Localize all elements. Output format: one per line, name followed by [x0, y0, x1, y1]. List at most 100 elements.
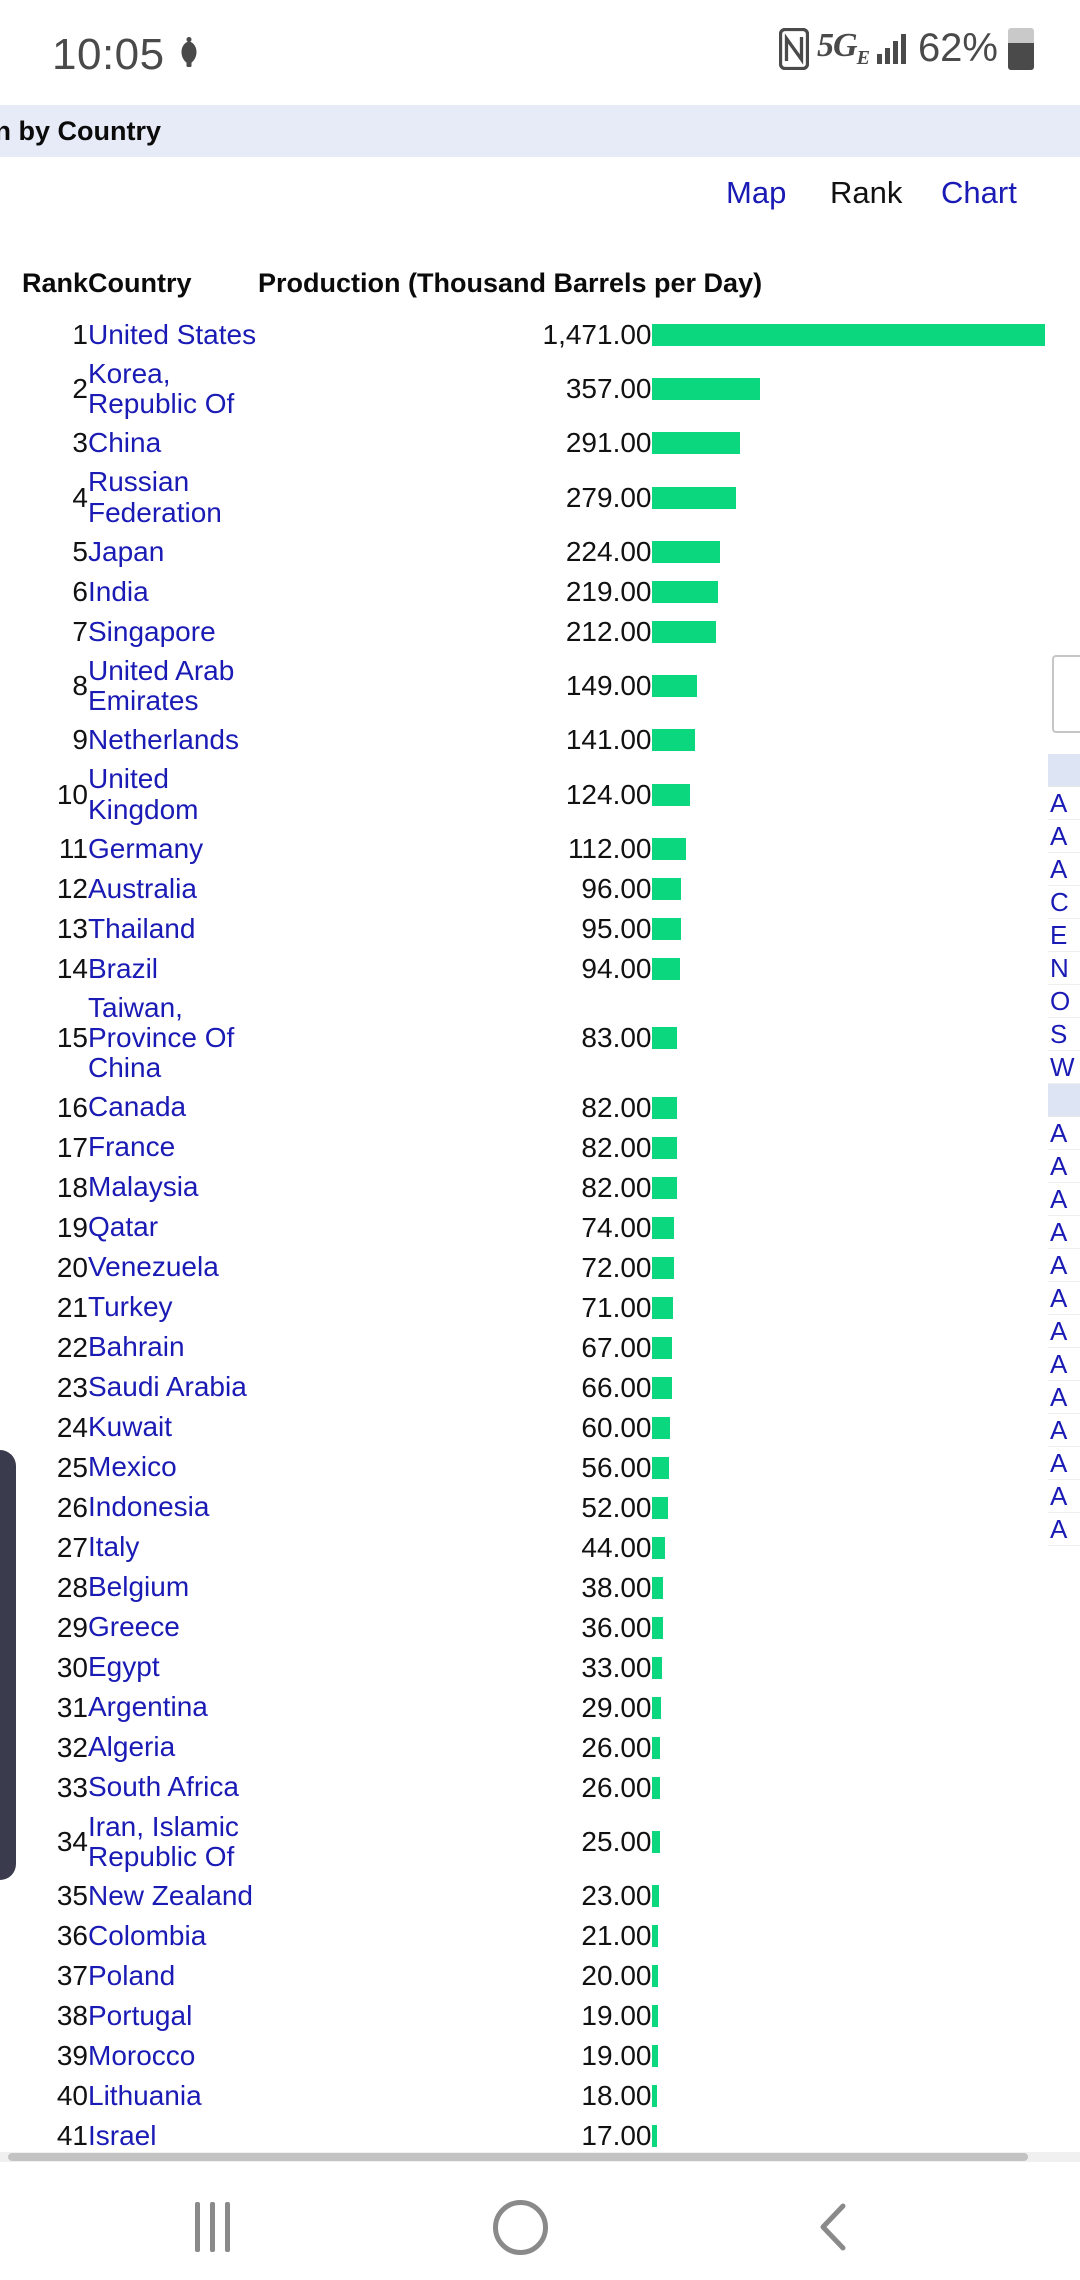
table-row[interactable]: 39 Morocco 19.00: [0, 2036, 1045, 2076]
home-icon[interactable]: [493, 2200, 548, 2255]
region-list-item[interactable]: A: [1048, 820, 1080, 853]
table-row[interactable]: 26 Indonesia 52.00: [0, 1488, 1045, 1528]
cell-country-link[interactable]: Saudi Arabia: [88, 1368, 258, 1408]
country-list-item[interactable]: A: [1048, 1183, 1080, 1216]
cell-country-link[interactable]: Bahrain: [88, 1328, 258, 1368]
table-row[interactable]: 40 Lithuania 18.00: [0, 2076, 1045, 2116]
table-row[interactable]: 19 Qatar 74.00: [0, 1208, 1045, 1248]
cell-country-link[interactable]: Lithuania: [88, 2076, 258, 2116]
region-list-item[interactable]: A: [1048, 787, 1080, 820]
table-row[interactable]: 31 Argentina 29.00: [0, 1688, 1045, 1728]
cell-country-link[interactable]: Israel: [88, 2116, 258, 2156]
country-list-item[interactable]: A: [1048, 1315, 1080, 1348]
cell-country-link[interactable]: Poland: [88, 1956, 258, 1996]
table-row[interactable]: 37 Poland 20.00: [0, 1956, 1045, 1996]
cell-country-link[interactable]: Turkey: [88, 1288, 258, 1328]
table-row[interactable]: 5 Japan 224.00: [0, 532, 1045, 572]
drawer-handle[interactable]: [0, 1450, 16, 1880]
region-list-item[interactable]: N: [1048, 952, 1080, 985]
region-list-item[interactable]: E: [1048, 919, 1080, 952]
cell-country-link[interactable]: Italy: [88, 1528, 258, 1568]
table-row[interactable]: 34 Iran, Islamic Republic Of 25.00: [0, 1808, 1045, 1876]
table-row[interactable]: 7 Singapore 212.00: [0, 612, 1045, 652]
cell-country-link[interactable]: France: [88, 1128, 258, 1168]
cell-country-link[interactable]: United Kingdom: [88, 760, 258, 828]
cell-country-link[interactable]: Canada: [88, 1088, 258, 1128]
cell-country-link[interactable]: Japan: [88, 532, 258, 572]
filter-panel[interactable]: AAACENOSWAAAAAAAAAAAAA: [1048, 640, 1080, 2160]
country-list-item[interactable]: A: [1048, 1216, 1080, 1249]
cell-country-link[interactable]: Greece: [88, 1608, 258, 1648]
cell-country-link[interactable]: United States: [88, 315, 258, 355]
cell-country-link[interactable]: India: [88, 572, 258, 612]
country-list-item[interactable]: A: [1048, 1381, 1080, 1414]
country-list-item[interactable]: A: [1048, 1282, 1080, 1315]
nav-link-map[interactable]: Map: [726, 175, 786, 211]
cell-country-link[interactable]: South Africa: [88, 1768, 258, 1808]
table-row[interactable]: 41 Israel 17.00: [0, 2116, 1045, 2156]
table-row[interactable]: 33 South Africa 26.00: [0, 1768, 1045, 1808]
cell-country-link[interactable]: Korea, Republic Of: [88, 355, 258, 423]
table-row[interactable]: 38 Portugal 19.00: [0, 1996, 1045, 2036]
region-country-list[interactable]: AAACENOSWAAAAAAAAAAAAA: [1048, 754, 1080, 1546]
table-row[interactable]: 13 Thailand 95.00: [0, 909, 1045, 949]
cell-country-link[interactable]: Indonesia: [88, 1488, 258, 1528]
country-list-item[interactable]: A: [1048, 1117, 1080, 1150]
region-list-item[interactable]: O: [1048, 985, 1080, 1018]
cell-country-link[interactable]: New Zealand: [88, 1876, 258, 1916]
cell-country-link[interactable]: Netherlands: [88, 720, 258, 760]
table-row[interactable]: 15 Taiwan, Province Of China 83.00: [0, 989, 1045, 1088]
region-list-item[interactable]: A: [1048, 853, 1080, 886]
rank-table-container[interactable]: Rank Country Production (Thousand Barrel…: [0, 268, 1045, 2160]
table-row[interactable]: 8 United Arab Emirates 149.00: [0, 652, 1045, 720]
table-row[interactable]: 4 Russian Federation 279.00: [0, 463, 1045, 531]
region-list-item[interactable]: W: [1048, 1051, 1080, 1084]
table-row[interactable]: 22 Bahrain 67.00: [0, 1328, 1045, 1368]
table-row[interactable]: 1 United States 1,471.00: [0, 315, 1045, 355]
table-row[interactable]: 20 Venezuela 72.00: [0, 1248, 1045, 1288]
cell-country-link[interactable]: Russian Federation: [88, 463, 258, 531]
table-row[interactable]: 17 France 82.00: [0, 1128, 1045, 1168]
cell-country-link[interactable]: Kuwait: [88, 1408, 258, 1448]
table-row[interactable]: 29 Greece 36.00: [0, 1608, 1045, 1648]
cell-country-link[interactable]: Belgium: [88, 1568, 258, 1608]
table-row[interactable]: 14 Brazil 94.00: [0, 949, 1045, 989]
cell-country-link[interactable]: Morocco: [88, 2036, 258, 2076]
table-row[interactable]: 10 United Kingdom 124.00: [0, 760, 1045, 828]
table-row[interactable]: 27 Italy 44.00: [0, 1528, 1045, 1568]
cell-country-link[interactable]: Thailand: [88, 909, 258, 949]
cell-country-link[interactable]: Iran, Islamic Republic Of: [88, 1808, 258, 1876]
country-list-item[interactable]: A: [1048, 1480, 1080, 1513]
scrollbar-thumb[interactable]: [8, 2153, 1028, 2161]
table-row[interactable]: 21 Turkey 71.00: [0, 1288, 1045, 1328]
table-row[interactable]: 3 China 291.00: [0, 423, 1045, 463]
table-row[interactable]: 2 Korea, Republic Of 357.00: [0, 355, 1045, 423]
table-row[interactable]: 32 Algeria 26.00: [0, 1728, 1045, 1768]
country-list-item[interactable]: A: [1048, 1513, 1080, 1546]
cell-country-link[interactable]: Taiwan, Province Of China: [88, 989, 258, 1088]
cell-country-link[interactable]: Venezuela: [88, 1248, 258, 1288]
country-search-input[interactable]: [1052, 655, 1080, 733]
cell-country-link[interactable]: Brazil: [88, 949, 258, 989]
cell-country-link[interactable]: Australia: [88, 869, 258, 909]
table-row[interactable]: 18 Malaysia 82.00: [0, 1168, 1045, 1208]
cell-country-link[interactable]: Argentina: [88, 1688, 258, 1728]
cell-country-link[interactable]: Singapore: [88, 612, 258, 652]
country-list-item[interactable]: A: [1048, 1447, 1080, 1480]
table-row[interactable]: 35 New Zealand 23.00: [0, 1876, 1045, 1916]
table-row[interactable]: 30 Egypt 33.00: [0, 1648, 1045, 1688]
table-row[interactable]: 16 Canada 82.00: [0, 1088, 1045, 1128]
table-row[interactable]: 24 Kuwait 60.00: [0, 1408, 1045, 1448]
cell-country-link[interactable]: China: [88, 423, 258, 463]
cell-country-link[interactable]: United Arab Emirates: [88, 652, 258, 720]
table-row[interactable]: 23 Saudi Arabia 66.00: [0, 1368, 1045, 1408]
horizontal-scrollbar[interactable]: [0, 2152, 1080, 2162]
table-row[interactable]: 11 Germany 112.00: [0, 829, 1045, 869]
table-row[interactable]: 25 Mexico 56.00: [0, 1448, 1045, 1488]
recent-apps-icon[interactable]: [195, 2202, 230, 2252]
cell-country-link[interactable]: Germany: [88, 829, 258, 869]
cell-country-link[interactable]: Colombia: [88, 1916, 258, 1956]
nav-link-rank[interactable]: Rank: [830, 175, 902, 211]
country-list-item[interactable]: A: [1048, 1348, 1080, 1381]
table-row[interactable]: 9 Netherlands 141.00: [0, 720, 1045, 760]
